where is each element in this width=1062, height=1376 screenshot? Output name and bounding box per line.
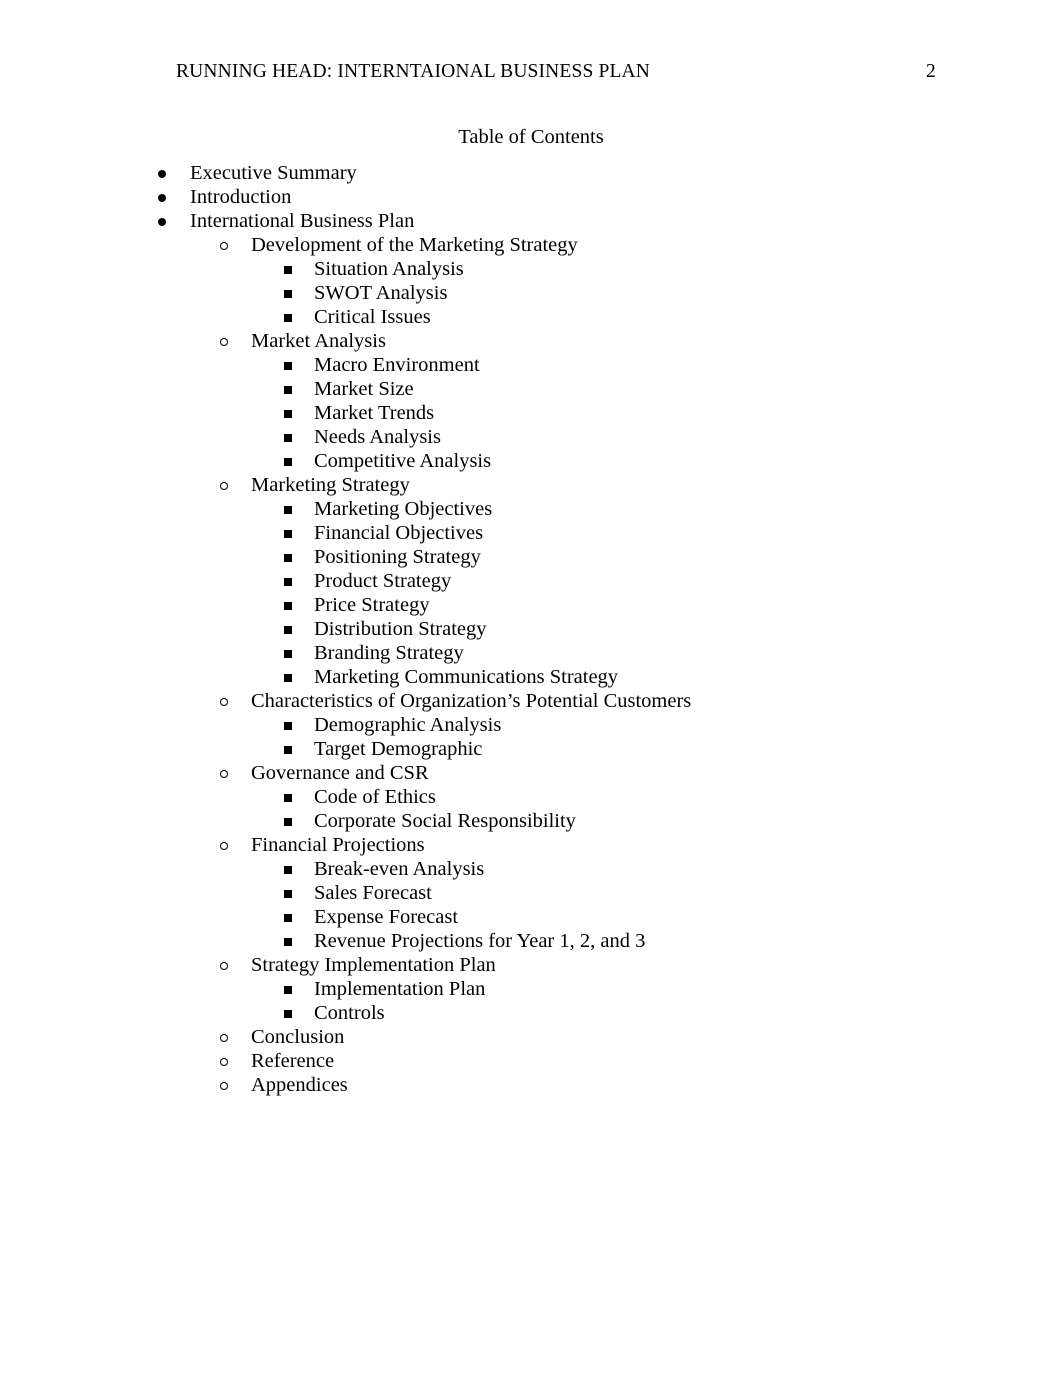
table-of-contents-list: Executive Summary Introduction Internation… — [0, 161, 1062, 1097]
toc-entry-label: Needs Analysis — [314, 426, 441, 448]
toc-entry[interactable]: Controls — [0, 1001, 1062, 1025]
toc-entry[interactable]: Break-even Analysis — [0, 857, 1062, 881]
toc-entry-label: Distribution Strategy — [314, 618, 487, 640]
toc-entry-label: Implementation Plan — [314, 978, 486, 1000]
toc-entry[interactable]: Product Strategy — [0, 569, 1062, 593]
toc-entry-label: Characteristics of Organization’s Potent… — [251, 690, 692, 712]
toc-entry[interactable]: SWOT Analysis — [0, 281, 1062, 305]
toc-entry[interactable]: Market Trends — [0, 401, 1062, 425]
toc-entry[interactable]: Marketing Strategy — [0, 473, 1062, 497]
toc-entry[interactable]: Development of the Marketing Strategy — [0, 233, 1062, 257]
toc-entry-label: Appendices — [251, 1074, 348, 1096]
toc-entry-label: Demographic Analysis — [314, 714, 502, 736]
toc-entry[interactable]: International Business Plan — [0, 209, 1062, 233]
toc-entry-label: Positioning Strategy — [314, 546, 481, 568]
toc-entry-label: Expense Forecast — [314, 906, 459, 928]
toc-entry-label: Branding Strategy — [314, 642, 464, 664]
toc-entry[interactable]: Situation Analysis — [0, 257, 1062, 281]
toc-entry-label: Financial Objectives — [314, 522, 484, 544]
toc-entry[interactable]: Characteristics of Organization’s Potent… — [0, 689, 1062, 713]
toc-entry-label: International Business Plan — [190, 210, 415, 232]
toc-entry-label: Market Analysis — [251, 330, 386, 352]
page-number: 2 — [926, 61, 936, 82]
page-title: Table of Contents — [458, 126, 604, 148]
toc-entry[interactable]: Market Analysis — [0, 329, 1062, 353]
toc-entry[interactable]: Marketing Communications Strategy — [0, 665, 1062, 689]
toc-entry[interactable]: Appendices — [0, 1073, 1062, 1097]
toc-entry[interactable]: Code of Ethics — [0, 785, 1062, 809]
toc-entry[interactable]: Revenue Projections for Year 1, 2, and 3 — [0, 929, 1062, 953]
toc-entry[interactable]: Target Demographic — [0, 737, 1062, 761]
toc-entry[interactable]: Implementation Plan — [0, 977, 1062, 1001]
toc-entry-label: Corporate Social Responsibility — [314, 810, 576, 832]
toc-entry[interactable]: Reference — [0, 1049, 1062, 1073]
toc-entry[interactable]: Introduction — [0, 185, 1062, 209]
toc-entry-label: Product Strategy — [314, 570, 452, 592]
toc-entry[interactable]: Governance and CSR — [0, 761, 1062, 785]
toc-entry-label: Revenue Projections for Year 1, 2, and 3 — [314, 930, 646, 952]
toc-entry[interactable]: Sales Forecast — [0, 881, 1062, 905]
toc-entry-label: Market Size — [314, 378, 414, 400]
toc-entry-label: Price Strategy — [314, 594, 430, 616]
toc-entry[interactable]: Strategy Implementation Plan — [0, 953, 1062, 977]
toc-entry-label: Marketing Communications Strategy — [314, 666, 619, 688]
toc-entry-label: Introduction — [190, 186, 292, 208]
toc-entry-label: Macro Environment — [314, 354, 480, 376]
toc-entry-label: Competitive Analysis — [314, 450, 492, 472]
toc-entry-label: Critical Issues — [314, 306, 431, 328]
toc-entry[interactable]: Needs Analysis — [0, 425, 1062, 449]
toc-entry-label: Target Demographic — [314, 738, 483, 760]
document-page: RUNNING HEAD: INTERNTAIONAL BUSINESS PLA… — [0, 0, 1062, 1376]
toc-entry-label: Code of Ethics — [314, 786, 436, 808]
toc-entry-label: Development of the Marketing Strategy — [251, 234, 578, 256]
toc-entry-label: Executive Summary — [190, 162, 357, 184]
toc-entry-label: Situation Analysis — [314, 258, 464, 280]
toc-entry[interactable]: Macro Environment — [0, 353, 1062, 377]
toc-entry[interactable]: Corporate Social Responsibility — [0, 809, 1062, 833]
running-header: RUNNING HEAD: INTERNTAIONAL BUSINESS PLA… — [176, 59, 952, 85]
toc-entry[interactable]: Positioning Strategy — [0, 545, 1062, 569]
toc-entry-label: Financial Projections — [251, 834, 425, 856]
toc-entry-label: Conclusion — [251, 1026, 345, 1048]
toc-entry-label: Market Trends — [314, 402, 435, 424]
toc-entry[interactable]: Financial Projections — [0, 833, 1062, 857]
toc-entry[interactable]: Conclusion — [0, 1025, 1062, 1049]
toc-entry[interactable]: Marketing Objectives — [0, 497, 1062, 521]
toc-entry[interactable]: Distribution Strategy — [0, 617, 1062, 641]
toc-entry-label: SWOT Analysis — [314, 282, 448, 304]
toc-entry[interactable]: Critical Issues — [0, 305, 1062, 329]
toc-entry-label: Controls — [314, 1002, 385, 1024]
toc-entry-label: Break-even Analysis — [314, 858, 485, 880]
toc-entry-label: Governance and CSR — [251, 762, 429, 784]
toc-entry[interactable]: Executive Summary — [0, 161, 1062, 185]
toc-entry[interactable]: Price Strategy — [0, 593, 1062, 617]
running-head-text: RUNNING HEAD: INTERNTAIONAL BUSINESS PLA… — [176, 61, 651, 82]
toc-entry[interactable]: Branding Strategy — [0, 641, 1062, 665]
toc-entry[interactable]: Financial Objectives — [0, 521, 1062, 545]
toc-entry-label: Reference — [251, 1050, 335, 1072]
toc-entry[interactable]: Demographic Analysis — [0, 713, 1062, 737]
toc-entry-label: Marketing Strategy — [251, 474, 410, 496]
toc-entry-label: Sales Forecast — [314, 882, 432, 904]
toc-entry[interactable]: Market Size — [0, 377, 1062, 401]
toc-entry-label: Strategy Implementation Plan — [251, 954, 496, 976]
toc-entry-label: Marketing Objectives — [314, 498, 493, 520]
toc-entry[interactable]: Expense Forecast — [0, 905, 1062, 929]
toc-entry[interactable]: Competitive Analysis — [0, 449, 1062, 473]
